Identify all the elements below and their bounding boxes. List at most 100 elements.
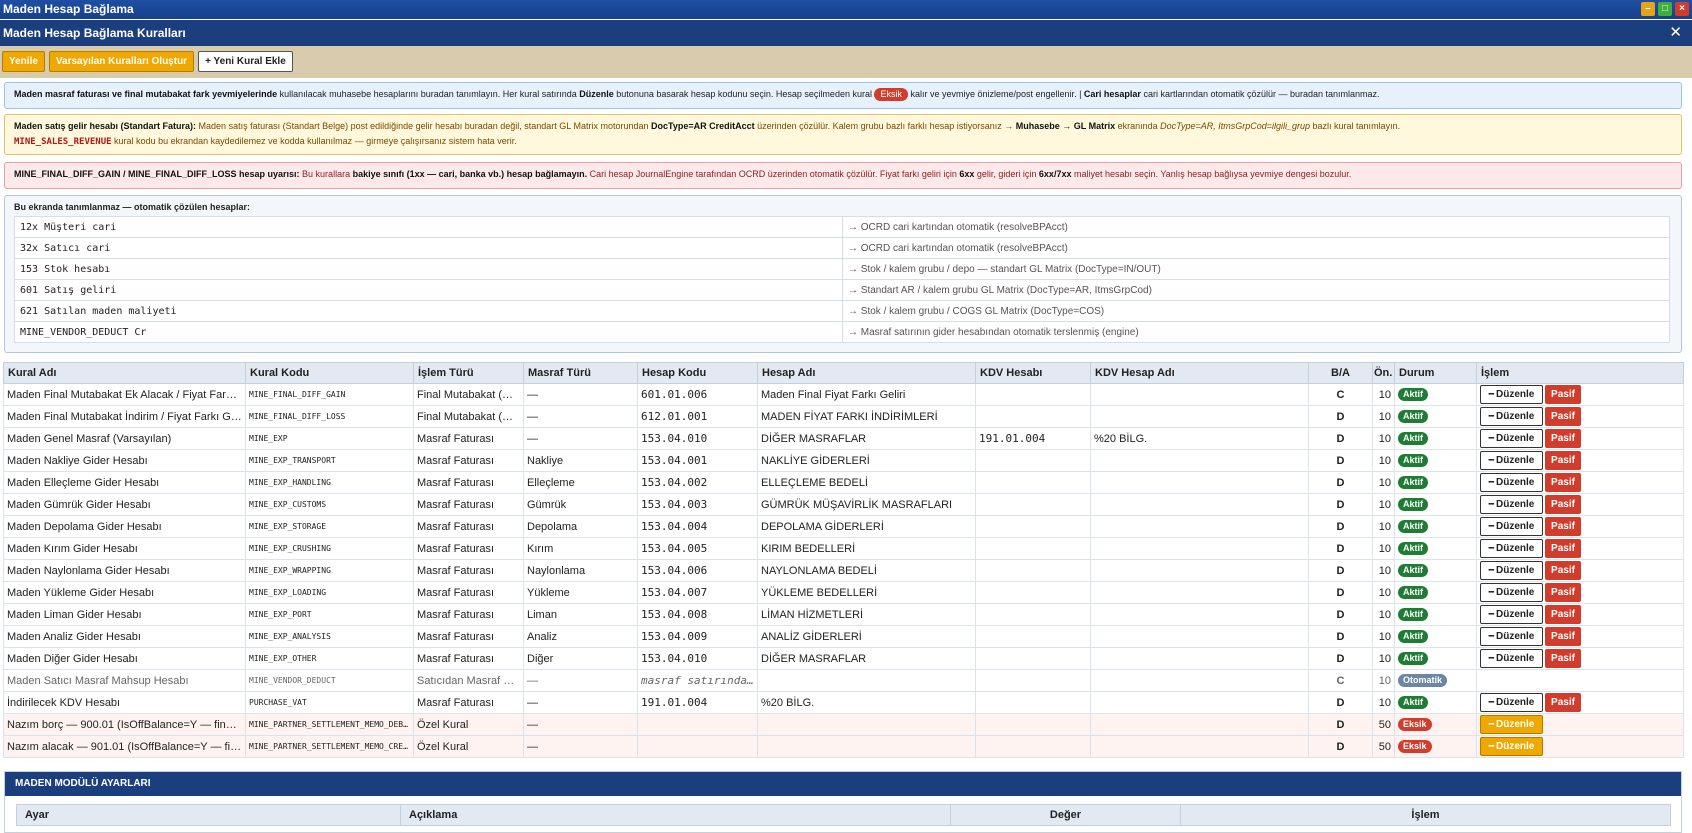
expense-type: Diğer <box>523 647 638 670</box>
table-row[interactable]: Nazım borç — 900.01 (IsOffBalance=Y — fi… <box>3 713 1684 736</box>
deactivate-button[interactable]: Pasif <box>1545 583 1581 602</box>
transaction-type: Masraf Faturası <box>413 691 524 714</box>
table-row[interactable]: Maden Final Mutabakat Ek Alacak / Fiyat … <box>3 383 1684 406</box>
edit-button[interactable]: ━ Düzenle <box>1480 473 1543 492</box>
col-account-code[interactable]: Hesap Kodu <box>637 362 758 384</box>
edit-button[interactable]: ━ Düzenle <box>1480 495 1543 514</box>
edit-button[interactable]: ━ Düzenle <box>1480 715 1543 734</box>
deactivate-button[interactable]: Pasif <box>1545 539 1581 558</box>
col-vat-account[interactable]: KDV Hesabı <box>975 362 1091 384</box>
table-row[interactable]: Maden Kırım Gider Hesabı MINE_EXP_CRUSHIN… <box>3 537 1684 560</box>
deactivate-button[interactable]: Pasif <box>1545 473 1581 492</box>
edit-button[interactable]: ━ Düzenle <box>1480 451 1543 470</box>
table-row[interactable]: İndirilecek KDV Hesabı PURCHASE_VAT Masraf… <box>3 691 1684 714</box>
priority: 10 <box>1372 559 1395 582</box>
col-value: Değer <box>950 804 1181 826</box>
col-debit-credit[interactable]: B/A <box>1308 362 1373 384</box>
minimize-icon[interactable]: – <box>1641 2 1655 16</box>
edit-button[interactable]: ━ Düzenle <box>1480 517 1543 536</box>
edit-button[interactable]: ━ Düzenle <box>1480 627 1543 646</box>
col-rule-code[interactable]: Kural Kodu <box>245 362 414 384</box>
table-row[interactable]: Maden Diğer Gider Hesabı MINE_EXP_OTHER Ma… <box>3 647 1684 670</box>
deactivate-button[interactable]: Pasif <box>1545 605 1581 624</box>
table-row[interactable]: Maden Satıcı Masraf Mahsup Hesabı MINE_VE… <box>3 669 1684 692</box>
col-action: İşlem <box>1476 362 1684 384</box>
close-window-icon[interactable]: × <box>1675 2 1689 16</box>
refresh-button[interactable]: Yenile <box>2 51 45 72</box>
deactivate-button[interactable]: Pasif <box>1545 649 1581 668</box>
auto-accounts-panel: Bu ekranda tanımlanmaz — otomatik çözüle… <box>4 195 1682 353</box>
edit-label: Düzenle <box>1496 609 1535 620</box>
priority: 10 <box>1372 625 1395 648</box>
table-row[interactable]: Maden Depolama Gider Hesabı MINE_EXP_STOR… <box>3 515 1684 538</box>
table-row[interactable]: Maden Genel Masraf (Varsayılan) MINE_EXP M… <box>3 427 1684 450</box>
rule-name: Maden Final Mutabakat İndirim / Fiyat Fa… <box>3 405 246 428</box>
deactivate-button[interactable]: Pasif <box>1545 429 1581 448</box>
col-vat-account-name[interactable]: KDV Hesap Adı <box>1090 362 1309 384</box>
transaction-type: Masraf Faturası <box>413 515 524 538</box>
edit-button[interactable]: ━ Düzenle <box>1480 605 1543 624</box>
edit-button[interactable]: ━ Düzenle <box>1480 693 1543 712</box>
deactivate-button[interactable]: Pasif <box>1545 495 1581 514</box>
transaction-type: Özel Kural <box>413 735 524 758</box>
deactivate-button[interactable]: Pasif <box>1545 407 1581 426</box>
col-expense-type[interactable]: Masraf Türü <box>523 362 638 384</box>
deactivate-button[interactable]: Pasif <box>1545 451 1581 470</box>
edit-button[interactable]: ━ Düzenle <box>1480 649 1543 668</box>
debit-credit: D <box>1308 427 1373 450</box>
module-settings-panel: MADEN MODÜLÜ AYARLARI Ayar Açıklama Değe… <box>4 771 1682 833</box>
edit-button[interactable]: ━ Düzenle <box>1480 561 1543 580</box>
maximize-icon[interactable]: □ <box>1658 2 1672 16</box>
debit-credit: D <box>1308 515 1373 538</box>
col-status[interactable]: Durum <box>1394 362 1477 384</box>
edit-button[interactable]: ━ Düzenle <box>1480 407 1543 426</box>
warning-text: 6xx/7xx <box>1038 169 1072 179</box>
info-box-general: Maden masraf faturası ve final mutabakat… <box>4 82 1682 109</box>
debit-credit: D <box>1308 625 1373 648</box>
table-row[interactable]: Maden Naylonlama Gider Hesabı MINE_EXP_WR… <box>3 559 1684 582</box>
deactivate-button[interactable]: Pasif <box>1545 385 1581 404</box>
vat-account <box>975 471 1091 494</box>
close-icon[interactable]: ✕ <box>1669 20 1682 46</box>
expense-type: Kırım <box>523 537 638 560</box>
table-row[interactable]: Maden Analiz Gider Hesabı MINE_EXP_ANALYS… <box>3 625 1684 648</box>
edit-button[interactable]: ━ Düzenle <box>1480 737 1543 756</box>
rule-code: MINE_VENDOR_DEDUCT <box>245 669 414 692</box>
col-account-name[interactable]: Hesap Adı <box>757 362 976 384</box>
deactivate-button[interactable]: Pasif <box>1545 517 1581 536</box>
table-row[interactable]: Maden Final Mutabakat İndirim / Fiyat Fa… <box>3 405 1684 428</box>
create-default-rules-button[interactable]: Varsayılan Kuralları Oluştur <box>48 51 195 72</box>
table-row[interactable]: Maden Gümrük Gider Hesabı MINE_EXP_CUSTOM… <box>3 493 1684 516</box>
edit-label: Düzenle <box>1496 587 1535 598</box>
table-row[interactable]: Nazım alacak — 901.01 (IsOffBalance=Y — … <box>3 735 1684 758</box>
edit-button[interactable]: ━ Düzenle <box>1480 539 1543 558</box>
edit-button[interactable]: ━ Düzenle <box>1480 385 1543 404</box>
edit-button[interactable]: ━ Düzenle <box>1480 583 1543 602</box>
table-row[interactable]: Maden Elleçleme Gider Hesabı MINE_EXP_HAN… <box>3 471 1684 494</box>
edit-button[interactable]: ━ Düzenle <box>1480 429 1543 448</box>
add-rule-button[interactable]: + Yeni Kural Ekle <box>198 51 293 72</box>
deactivate-button[interactable]: Pasif <box>1545 561 1581 580</box>
expense-type: — <box>523 691 638 714</box>
col-priority[interactable]: Ön. <box>1372 362 1395 384</box>
account-name <box>757 713 976 736</box>
info-text: bazlı kural tanımlayın. <box>1310 121 1401 131</box>
col-transaction-type[interactable]: İşlem Türü <box>413 362 524 384</box>
action-cell: ━ Düzenle Pasif <box>1476 471 1684 494</box>
action-cell: ━ Düzenle Pasif <box>1476 559 1684 582</box>
rule-name: Maden Kırım Gider Hesabı <box>3 537 246 560</box>
account-name: ELLEÇLEME BEDELİ <box>757 471 976 494</box>
table-row[interactable]: Maden Yükleme Gider Hesabı MINE_EXP_LOADI… <box>3 581 1684 604</box>
table-row[interactable]: Maden Liman Gider Hesabı MINE_EXP_PORT Mas… <box>3 603 1684 626</box>
rule-code: MINE_SALES_REVENUE <box>14 137 112 147</box>
auto-account-name: 601 Satış geliri <box>14 279 843 301</box>
deactivate-button[interactable]: Pasif <box>1545 693 1581 712</box>
debit-credit: D <box>1308 713 1373 736</box>
status-cell: Aktif <box>1394 559 1477 582</box>
expense-type: — <box>523 427 638 450</box>
table-row[interactable]: Maden Nakliye Gider Hesabı MINE_EXP_TRANS… <box>3 449 1684 472</box>
col-rule-name[interactable]: Kural Adı <box>3 362 246 384</box>
rule-code: MINE_EXP_STORAGE <box>245 515 414 538</box>
warning-text: bakiye sınıfı (1xx — cari, banka vb.) he… <box>352 169 588 179</box>
deactivate-button[interactable]: Pasif <box>1545 627 1581 646</box>
